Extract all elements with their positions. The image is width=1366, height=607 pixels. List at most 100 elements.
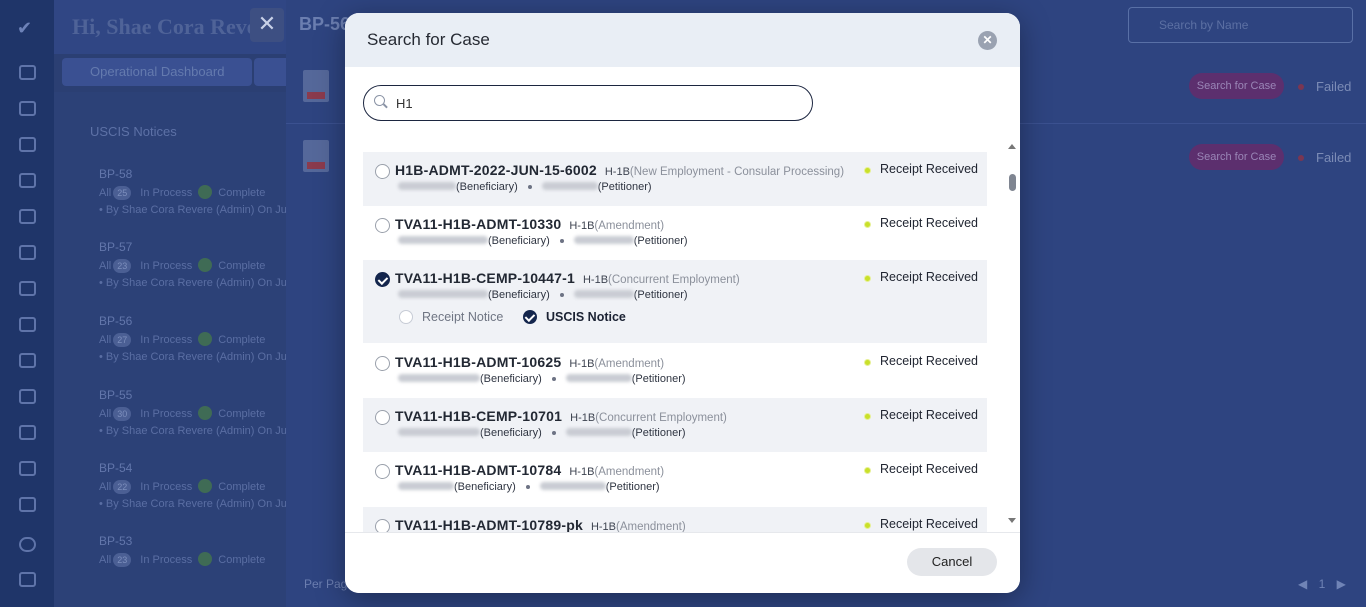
visa-type: H-1B [604, 166, 630, 178]
close-panel-button[interactable]: ✕ [250, 8, 284, 42]
case-row[interactable]: H1B-ADMT-2022-JUN-15-6002 H-1B(New Employ… [363, 152, 987, 206]
status-dot-icon [865, 168, 870, 173]
receipt-notice-label[interactable]: Receipt Notice [422, 310, 503, 324]
petitioner-suffix: (Petitioner) [605, 481, 660, 493]
status-dot-icon [865, 523, 870, 528]
case-subtype: (New Employment - Consular Processing) [629, 166, 845, 178]
badge-icon[interactable] [19, 389, 36, 404]
receipt-notice-checkbox[interactable] [399, 310, 413, 324]
bp-count: 27 [113, 333, 132, 347]
bp-progress-pill [198, 258, 213, 272]
bp-in-process: In Process [140, 554, 193, 566]
bp-item[interactable]: BP-53 All 23 In Process Complete [99, 534, 265, 567]
case-list: H1B-ADMT-2022-JUN-15-6002 H-1B(New Employ… [363, 152, 987, 532]
tab-operational-dashboard[interactable]: Operational Dashboard [62, 58, 253, 86]
book-icon[interactable] [19, 572, 36, 587]
bp-all-label: All [99, 554, 112, 566]
prev-page-icon[interactable]: ◀ [1298, 577, 1307, 591]
case-id-line: TVA11-H1B-ADMT-10625 H-1B(Amendment) [395, 354, 664, 370]
case-id-line: TVA11-H1B-CEMP-10701 H-1B(Concurrent Empl… [395, 408, 727, 424]
bp-item[interactable]: BP-56 All 27 In Process Complete • By Shae… [99, 314, 289, 363]
case-row[interactable]: TVA11-H1B-ADMT-10789-pk H-1B(Amendment) R… [363, 507, 987, 532]
case-row[interactable]: TVA11-H1B-CEMP-10701 H-1B(Concurrent Empl… [363, 398, 987, 452]
message-icon[interactable] [19, 497, 36, 512]
case-radio[interactable] [375, 218, 390, 233]
case-radio[interactable] [375, 464, 390, 479]
search-for-case-button[interactable]: Search for Case [1189, 144, 1284, 170]
bp-in-process: In Process [140, 481, 193, 493]
uscis-notice-checkbox[interactable] [523, 310, 537, 324]
app-logo-icon: ✔ [17, 18, 33, 38]
next-page-icon[interactable]: ▶ [1337, 577, 1346, 591]
report-icon[interactable] [19, 209, 36, 224]
case-subtype: (Concurrent Employment) [608, 274, 740, 286]
bp-item[interactable]: BP-54 All 22 In Process Complete • By Shae… [99, 461, 289, 510]
users-icon[interactable] [19, 461, 36, 476]
case-id-line: TVA11-H1B-ADMT-10330 H-1B(Amendment) [395, 216, 664, 232]
folder-icon[interactable] [19, 173, 36, 188]
bp-count: 23 [113, 259, 132, 273]
page-number[interactable]: 1 [1319, 577, 1326, 591]
petitioner-name-redacted [573, 290, 634, 298]
beneficiary-name-redacted [398, 290, 488, 298]
scroll-down-arrow-icon[interactable] [1008, 518, 1016, 523]
bp-completed: Complete [218, 187, 266, 199]
case-id-line: TVA11-H1B-ADMT-10789-pk H-1B(Amendment) [395, 517, 686, 532]
case-people: (Beneficiary) (Petitioner) [398, 181, 652, 193]
bp-item[interactable]: BP-58 All 25 In Process Complete • By Shae… [99, 167, 289, 216]
case-radio[interactable] [375, 410, 390, 425]
case-id: TVA11-H1B-CEMP-10447-1 [395, 270, 575, 286]
case-row[interactable]: TVA11-H1B-ADMT-10625 H-1B(Amendment) (Ben… [363, 343, 987, 398]
uscis-notice-label[interactable]: USCIS Notice [546, 310, 626, 324]
pdf-icon [303, 70, 329, 102]
bp-all-label: All [99, 260, 112, 272]
document-icon[interactable] [19, 101, 36, 116]
petitioner-suffix: (Petitioner) [631, 427, 686, 439]
user-icon[interactable] [19, 425, 36, 440]
bp-title: BP-53 [99, 534, 133, 548]
case-radio[interactable] [375, 356, 390, 371]
table-icon[interactable] [19, 353, 36, 368]
chat-icon[interactable] [19, 245, 36, 260]
bp-item[interactable]: BP-57 All 23 In Process Complete • By Shae… [99, 240, 289, 289]
case-radio[interactable] [375, 519, 390, 532]
case-row[interactable]: TVA11-H1B-ADMT-10330 H-1B(Amendment) (Ben… [363, 206, 987, 260]
bp-all-label: All [99, 481, 112, 493]
case-id: TVA11-H1B-ADMT-10789-pk [395, 517, 583, 532]
bp-item[interactable]: BP-55 All 30 In Process Complete • By Shae… [99, 388, 289, 437]
bp-all-label: All [99, 334, 112, 346]
bp-in-process: In Process [140, 408, 193, 420]
case-radio-checked[interactable] [375, 272, 390, 287]
name-search-input[interactable]: Search by Name [1128, 7, 1353, 43]
greeting-text: Hi, Shae Cora Reve [72, 14, 257, 39]
case-row[interactable]: TVA11-H1B-ADMT-10784 H-1B(Amendment) (Ben… [363, 452, 987, 507]
scroll-up-arrow-icon[interactable] [1008, 144, 1016, 149]
case-search-input[interactable] [396, 94, 796, 112]
case-subtype: (Concurrent Employment) [595, 412, 727, 424]
case-people: (Beneficiary) (Petitioner) [398, 235, 688, 247]
petitioner-suffix: (Petitioner) [597, 181, 652, 193]
list-icon[interactable] [19, 137, 36, 152]
cancel-button[interactable]: Cancel [907, 548, 997, 576]
bp-by: • By Shae Cora Revere (Admin) On Jul [99, 277, 290, 289]
bp-title: BP-58 [99, 167, 133, 181]
help-icon[interactable] [19, 537, 36, 552]
close-icon[interactable]: ✕ [978, 31, 997, 50]
bp-by: • By Shae Cora Revere (Admin) On Jul [99, 498, 290, 510]
edit-icon[interactable] [19, 317, 36, 332]
case-subtype: (Amendment) [594, 220, 665, 232]
case-radio[interactable] [375, 164, 390, 179]
beneficiary-suffix: (Beneficiary) [480, 373, 542, 385]
bp-in-process: In Process [140, 260, 193, 272]
case-subtype: (Amendment) [594, 358, 665, 370]
case-row-selected[interactable]: TVA11-H1B-CEMP-10447-1 H-1B(Concurrent Em… [363, 260, 987, 343]
petitioner-suffix: (Petitioner) [633, 289, 688, 301]
case-search-field[interactable] [363, 85, 813, 121]
case-id: TVA11-H1B-ADMT-10625 [395, 354, 562, 370]
bp-completed: Complete [218, 408, 266, 420]
beneficiary-suffix: (Beneficiary) [454, 481, 516, 493]
dashboard-icon[interactable] [19, 65, 36, 80]
search-for-case-button[interactable]: Search for Case [1189, 73, 1284, 99]
file-icon[interactable] [19, 281, 36, 296]
scrollbar-thumb[interactable] [1009, 174, 1016, 191]
